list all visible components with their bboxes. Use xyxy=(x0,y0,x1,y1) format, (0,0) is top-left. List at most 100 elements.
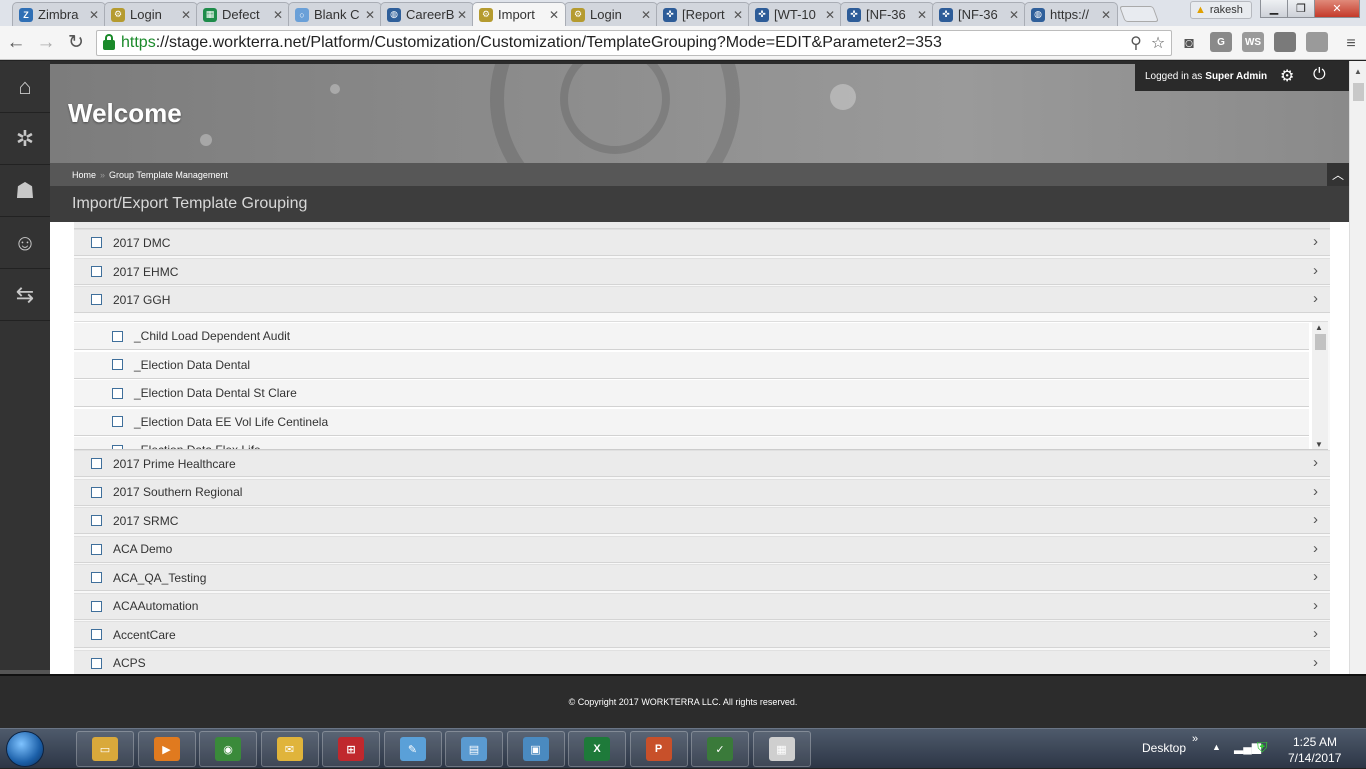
browser-tab[interactable]: Z Zimbra ✕ xyxy=(12,2,106,26)
checkbox[interactable] xyxy=(91,458,102,469)
close-tab-icon[interactable]: ✕ xyxy=(455,8,469,22)
group-row[interactable]: 2017 GGH › xyxy=(74,286,1330,313)
close-tab-icon[interactable]: ✕ xyxy=(547,8,561,22)
browser-tab[interactable]: ✜ [WT-10 ✕ xyxy=(748,2,842,26)
checkbox[interactable] xyxy=(91,515,102,526)
group-row[interactable]: 2017 Prime Healthcare › xyxy=(74,450,1330,477)
sublist-scrollbar[interactable]: ▲ ▼ xyxy=(1312,322,1328,449)
collapse-chevron-icon[interactable]: ︿ xyxy=(1327,163,1349,186)
clock-time[interactable]: 1:25 AM xyxy=(1293,735,1337,749)
maximize-button[interactable]: ❐ xyxy=(1287,0,1315,18)
new-tab-button[interactable] xyxy=(1119,6,1159,22)
checkbox[interactable] xyxy=(112,359,123,370)
chevron-right-icon[interactable]: › xyxy=(1313,597,1318,614)
taskbar-app[interactable]: ▤ xyxy=(445,731,503,767)
home-icon[interactable]: ⌂ xyxy=(0,61,50,113)
group-row[interactable]: 2017 DMC › xyxy=(74,229,1330,256)
bookmark-star-icon[interactable]: ☆ xyxy=(1147,31,1169,55)
address-bar[interactable]: https://stage.workterra.net/Platform/Cus… xyxy=(96,30,1172,56)
checkbox[interactable] xyxy=(91,486,102,498)
toolbar-expand-icon[interactable]: » xyxy=(1192,733,1198,745)
power-icon[interactable]: ⏻ xyxy=(1313,66,1326,84)
taskbar-app[interactable]: ▣ xyxy=(506,731,565,767)
user-settings-icon[interactable]: ☗ xyxy=(0,165,50,217)
camera-icon[interactable]: ◙ xyxy=(1178,32,1200,56)
close-tab-icon[interactable]: ✕ xyxy=(179,8,193,22)
template-row[interactable]: _Election Data Dental xyxy=(74,351,1309,379)
group-row[interactable]: ACPS › xyxy=(74,649,1330,674)
checkbox[interactable] xyxy=(91,629,102,640)
taskbar-app[interactable]: ⊞ xyxy=(322,731,380,767)
taskbar-app[interactable]: X xyxy=(568,731,626,767)
extension-icon[interactable]: G xyxy=(1210,32,1232,52)
transfer-icon[interactable]: ⇆ xyxy=(0,269,50,321)
template-row[interactable]: _Election Data Flex Life xyxy=(74,437,1309,449)
checkbox[interactable] xyxy=(91,266,102,277)
chevron-right-icon[interactable]: › xyxy=(1313,233,1318,250)
close-tab-icon[interactable]: ✕ xyxy=(823,8,837,22)
checkbox[interactable] xyxy=(91,543,102,555)
checkbox[interactable] xyxy=(91,294,102,305)
chevron-right-icon[interactable]: › xyxy=(1313,568,1318,585)
taskbar-app[interactable]: ▭ xyxy=(76,731,134,767)
group-row[interactable]: 2017 Southern Regional › xyxy=(74,478,1330,506)
browser-tab[interactable]: ✜ [Report ✕ xyxy=(656,2,750,26)
browser-tab[interactable]: ◍ https:// ✕ xyxy=(1024,2,1118,26)
chevron-right-icon[interactable]: › xyxy=(1313,511,1318,528)
scroll-up-icon[interactable]: ▲ xyxy=(1354,67,1362,76)
taskbar-app[interactable]: ✓ xyxy=(691,731,749,767)
template-row[interactable]: _Election Data EE Vol Life Centinela xyxy=(74,408,1309,436)
taskbar-app[interactable]: ▦ xyxy=(752,731,811,767)
close-tab-icon[interactable]: ✕ xyxy=(639,8,653,22)
group-row[interactable]: 2017 SRMC › xyxy=(74,507,1330,534)
zoom-icon[interactable]: ⚲ xyxy=(1125,31,1147,55)
desktop-toolbar-label[interactable]: Desktop xyxy=(1142,741,1186,755)
taskbar-app[interactable]: ✉ xyxy=(260,731,319,767)
close-tab-icon[interactable]: ✕ xyxy=(271,8,285,22)
browser-tab[interactable]: ✜ [NF-36 ✕ xyxy=(840,2,934,26)
clock-date[interactable]: 7/14/2017 xyxy=(1288,751,1341,765)
close-tab-icon[interactable]: ✕ xyxy=(1007,8,1021,22)
taskbar-app[interactable]: ✎ xyxy=(383,731,442,767)
chevron-right-icon[interactable]: › xyxy=(1313,290,1318,307)
page-scrollbar[interactable]: ▲ ▼ xyxy=(1349,61,1366,723)
back-button[interactable]: ← xyxy=(2,29,30,57)
reload-button[interactable]: ↻ xyxy=(62,29,90,57)
scroll-up-icon[interactable]: ▲ xyxy=(1315,323,1323,332)
extension-icon[interactable]: WS xyxy=(1242,32,1264,52)
profile-chip[interactable]: ▲ rakesh xyxy=(1190,1,1252,19)
close-tab-icon[interactable]: ✕ xyxy=(731,8,745,22)
taskbar-app[interactable]: ▶ xyxy=(137,731,196,767)
checkbox[interactable] xyxy=(91,600,102,612)
browser-tab[interactable]: ✜ [NF-36 ✕ xyxy=(932,2,1026,26)
extension-icon[interactable] xyxy=(1306,32,1328,52)
browser-tab[interactable]: ○ Blank C ✕ xyxy=(288,2,382,26)
tray-arrow-icon[interactable]: ▲ xyxy=(1212,742,1221,752)
scroll-thumb[interactable] xyxy=(1315,334,1326,350)
group-row[interactable]: 2017 EHMC › xyxy=(74,258,1330,285)
chevron-right-icon[interactable]: › xyxy=(1313,454,1318,471)
user-icon[interactable]: ☺ xyxy=(0,217,50,269)
close-tab-icon[interactable]: ✕ xyxy=(363,8,377,22)
checkbox[interactable] xyxy=(91,572,102,583)
checkbox[interactable] xyxy=(112,330,123,342)
template-row[interactable]: _Child Load Dependent Audit xyxy=(74,323,1309,350)
group-row[interactable]: ACA Demo › xyxy=(74,535,1330,563)
checkbox[interactable] xyxy=(91,237,102,248)
taskbar-app[interactable]: P xyxy=(629,731,688,767)
chevron-right-icon[interactable]: › xyxy=(1313,625,1318,642)
template-row[interactable]: _Election Data Dental St Clare xyxy=(74,380,1309,407)
close-tab-icon[interactable]: ✕ xyxy=(87,8,101,22)
puzzle-icon[interactable]: ✲ xyxy=(0,113,50,165)
browser-tab[interactable]: ⚙ Login ✕ xyxy=(104,2,198,26)
extension-icon[interactable] xyxy=(1274,32,1296,52)
chevron-right-icon[interactable]: › xyxy=(1313,540,1318,557)
browser-tab[interactable]: ⚙ Login ✕ xyxy=(564,2,658,26)
checkbox[interactable] xyxy=(112,416,123,427)
close-tab-icon[interactable]: ✕ xyxy=(1099,8,1113,22)
checkbox[interactable] xyxy=(112,387,123,399)
breadcrumb-home[interactable]: Home xyxy=(72,170,96,180)
menu-icon[interactable]: ≡ xyxy=(1340,32,1362,56)
chevron-right-icon[interactable]: › xyxy=(1313,262,1318,279)
chevron-right-icon[interactable]: › xyxy=(1313,483,1318,500)
